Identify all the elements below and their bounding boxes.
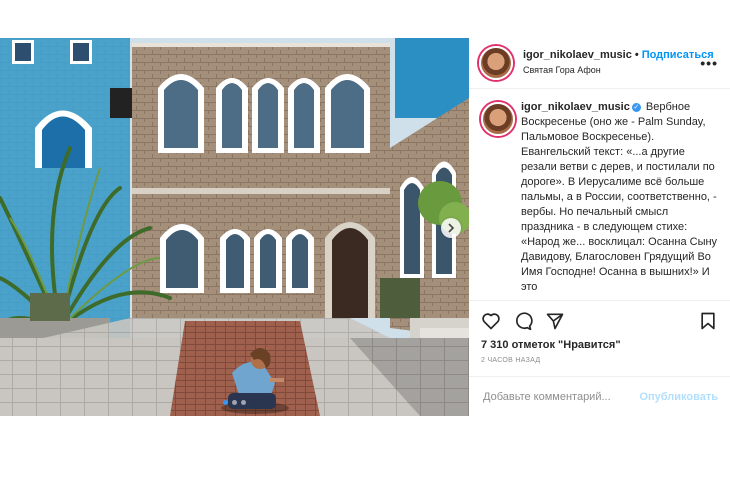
caption-area: igor_nikolaev_music ✓ Вербное Воскресенье… — [469, 89, 730, 299]
carousel-dot-active — [223, 400, 228, 405]
carousel-dots — [223, 400, 246, 405]
instagram-post: igor_nikolaev_music • Подписаться Святая Г… — [0, 38, 730, 416]
caption-text: igor_nikolaev_music ✓ Вербное Воскресенье… — [521, 100, 721, 295]
separator: • — [634, 49, 639, 61]
post-time[interactable]: 2 ЧАСОВ НАЗАД — [481, 357, 540, 364]
share-icon[interactable] — [545, 311, 565, 331]
verified-badge-icon: ✓ — [631, 102, 641, 112]
post-photo[interactable] — [0, 38, 469, 416]
header-text: igor_nikolaev_music • Подписаться Святая Г… — [523, 48, 714, 78]
monastery-photo-illustration — [0, 38, 469, 416]
comment-bar: Опубликовать — [469, 376, 730, 417]
carousel-dot — [232, 400, 237, 405]
username-link[interactable]: igor_nikolaev_music — [523, 49, 632, 61]
avatar[interactable] — [479, 46, 513, 80]
heart-icon[interactable] — [481, 311, 501, 331]
carousel-dot — [241, 400, 246, 405]
caption-username[interactable]: igor_nikolaev_music — [521, 101, 630, 113]
bookmark-icon[interactable] — [698, 311, 718, 331]
chevron-right-icon — [448, 223, 455, 233]
more-options-button[interactable]: ••• — [700, 55, 718, 71]
post-header: igor_nikolaev_music • Подписаться Святая Г… — [469, 38, 730, 89]
more-horizontal-icon: ••• — [700, 55, 718, 71]
header-line: igor_nikolaev_music • Подписаться — [523, 48, 714, 63]
actions-section: 7 310 отметок "Нравится" 2 ЧАСОВ НАЗАД О… — [469, 300, 730, 417]
publish-button[interactable]: Опубликовать — [639, 391, 718, 403]
action-icons — [481, 311, 565, 331]
next-slide-button[interactable] — [441, 218, 461, 238]
comment-icon[interactable] — [513, 311, 533, 331]
caption-avatar[interactable] — [481, 102, 515, 136]
likes-count[interactable]: 7 310 отметок "Нравится" — [481, 339, 621, 351]
comment-input[interactable] — [481, 390, 655, 404]
caption-body: Вербное Воскресенье (оно же - Palm Sunda… — [521, 101, 718, 293]
post-sidebar: igor_nikolaev_music • Подписаться Святая Г… — [469, 38, 730, 416]
location-link[interactable]: Святая Гора Афон — [523, 63, 714, 78]
